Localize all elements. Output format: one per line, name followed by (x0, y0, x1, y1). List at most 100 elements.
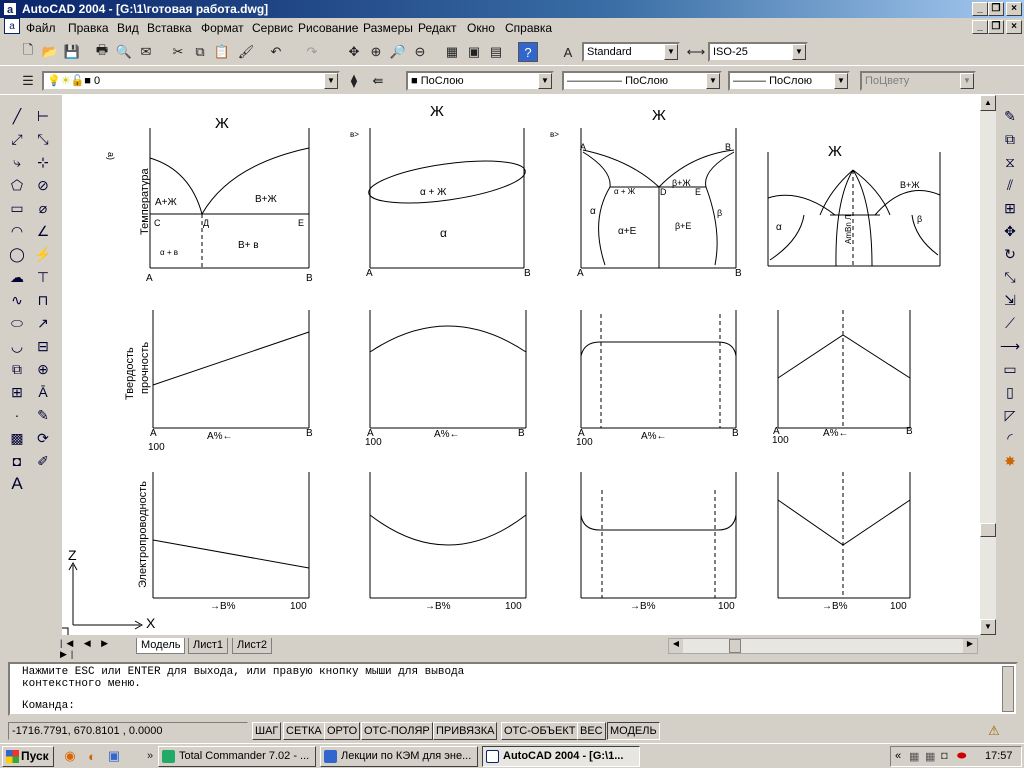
quicklaunch-icon[interactable]: ◐ (82, 746, 102, 766)
command-window[interactable]: Нажмите ESC или ENTER для выхода, или пр… (8, 662, 1018, 716)
menu-view[interactable]: Вид (117, 21, 139, 35)
aligned-dim-icon[interactable]: ⤡ (32, 128, 54, 150)
drawing-area[interactable]: а) Температура Ж A+Ж B+Ж C Д E α + в B+ … (62, 95, 980, 635)
osnap-toggle[interactable]: ПРИВЯЗКА (433, 722, 498, 740)
dim-style-select[interactable]: ISO-25 ▼ (708, 42, 808, 62)
tab-sheet1[interactable]: Лист1 (188, 638, 229, 654)
quicklaunch-save-icon[interactable]: ▣ (104, 746, 124, 766)
copy-icon[interactable]: ⧉ (190, 42, 210, 62)
dimedit-icon[interactable]: Ā (32, 381, 54, 403)
tolerance-icon[interactable]: ⊟ (32, 335, 54, 357)
chamfer-icon[interactable]: ◸ (999, 404, 1021, 426)
hscroll-thumb[interactable] (729, 639, 741, 653)
otrack-toggle[interactable]: ОТС-ОБЪЕКТ (501, 722, 579, 740)
start-button[interactable]: Пуск (2, 746, 54, 767)
menu-modify[interactable]: Редакт (418, 21, 456, 35)
menu-format[interactable]: Формат (201, 21, 244, 35)
doc-restore-button[interactable]: ❐ (988, 20, 1004, 34)
menu-help[interactable]: Справка (505, 21, 552, 35)
publish-icon[interactable]: ✉ (136, 42, 156, 62)
lineweight-toggle[interactable]: ВЕС (577, 722, 606, 740)
task-word-document[interactable]: Лекции по КЭМ для эне... (320, 746, 478, 767)
region-icon[interactable]: ◘ (6, 450, 28, 472)
leader-icon[interactable]: ↗ (32, 312, 54, 334)
dropdown-arrow-icon[interactable]: ▼ (706, 73, 720, 89)
tab-sheet2[interactable]: Лист2 (232, 638, 273, 654)
doc-close-button[interactable]: × (1006, 20, 1022, 34)
array-icon[interactable]: ⊞ (999, 197, 1021, 219)
grid-toggle[interactable]: СЕТКА (283, 722, 325, 740)
menu-tools[interactable]: Сервис (252, 21, 293, 35)
pan-icon[interactable]: ✥ (344, 42, 364, 62)
polar-toggle[interactable]: ОТС-ПОЛЯР (361, 722, 433, 740)
zoom-previous-icon[interactable]: ⊖ (410, 42, 430, 62)
new-icon[interactable]: 🗋 (18, 42, 38, 62)
mtext-icon[interactable]: A (6, 473, 28, 495)
lineweight-select[interactable]: ——— ПоСлою ▼ (728, 71, 850, 91)
save-icon[interactable]: 💾 (62, 42, 82, 62)
text-style-icon[interactable]: A (558, 42, 578, 62)
rotate-icon[interactable]: ↻ (999, 243, 1021, 265)
zoom-window-icon[interactable]: 🔎 (388, 42, 408, 62)
coordinates-display[interactable]: -1716.7791, 670.8101 , 0.0000 (8, 722, 248, 740)
continue-dim-icon[interactable]: ⊓ (32, 289, 54, 311)
tray-expand-icon[interactable]: « (895, 750, 901, 762)
copy-object-icon[interactable]: ⧉ (999, 128, 1021, 150)
match-properties-icon[interactable]: 🖌 (236, 42, 256, 62)
horizontal-scrollbar[interactable]: ◀ ▶ (668, 638, 978, 654)
scroll-up-icon[interactable]: ▲ (980, 95, 996, 111)
fillet-icon[interactable]: ◜ (999, 427, 1021, 449)
offset-icon[interactable]: ⫽ (999, 174, 1021, 196)
move-icon[interactable]: ✥ (999, 220, 1021, 242)
dropdown-arrow-icon[interactable]: ▼ (834, 73, 848, 89)
dropdown-arrow-icon[interactable]: ▼ (538, 73, 552, 89)
text-style-select[interactable]: Standard ▼ (582, 42, 680, 62)
quicklaunch-more-icon[interactable]: » (140, 746, 160, 766)
make-block-icon[interactable]: ⊞ (6, 381, 28, 403)
clock[interactable]: 17:57 (985, 750, 1013, 762)
angular-dim-icon[interactable]: ∠ (32, 220, 54, 242)
cut-icon[interactable]: ✂ (168, 42, 188, 62)
menu-dimension[interactable]: Размеры (363, 21, 413, 35)
scale-icon[interactable]: ⤡ (999, 266, 1021, 288)
close-button[interactable]: × (1006, 2, 1022, 16)
design-center-icon[interactable]: ▣ (464, 42, 484, 62)
linear-dim-icon[interactable]: ⊢ (32, 105, 54, 127)
make-layer-current-icon[interactable]: ⧫ (344, 71, 364, 91)
redo-icon[interactable]: ↷ (302, 42, 322, 62)
erase-icon[interactable]: ✎ (999, 105, 1021, 127)
antivirus-icon[interactable]: ⬬ (957, 750, 966, 763)
explode-icon[interactable]: ✸ (999, 450, 1021, 472)
dropdown-arrow-icon[interactable]: ▼ (664, 44, 678, 60)
comm-center-icon[interactable]: ⚠ (984, 721, 1004, 741)
tool-palettes-icon[interactable]: ▤ (486, 42, 506, 62)
tab-model[interactable]: Модель (136, 638, 186, 654)
network2-icon[interactable]: ▦ (925, 750, 935, 763)
task-autocad[interactable]: AutoCAD 2004 - [G:\1... (482, 746, 640, 767)
baseline-dim-icon[interactable]: ⊤ (32, 266, 54, 288)
dim-style-icon[interactable]: ⟷ (686, 42, 706, 62)
snap-toggle[interactable]: ШАГ (252, 722, 282, 740)
dimtedit-icon[interactable]: ✎ (32, 404, 54, 426)
paste-icon[interactable]: 📋 (212, 42, 232, 62)
layer-manager-icon[interactable]: ☰ (18, 71, 38, 91)
menu-file[interactable]: Файл (26, 21, 56, 35)
tab-nav-icons[interactable]: |◀ ◀ ▶ ▶| (60, 638, 130, 659)
revision-cloud-icon[interactable]: ☁ (6, 266, 28, 288)
firefox-icon[interactable]: ◉ (60, 746, 80, 766)
zoom-realtime-icon[interactable]: ⊕ (366, 42, 386, 62)
insert-block-icon[interactable]: ⧉ (6, 358, 28, 380)
polygon-icon[interactable]: ⬠ (6, 174, 28, 196)
trim-icon[interactable]: ⟋ (999, 312, 1021, 334)
network-icon[interactable]: ▦ (909, 750, 919, 763)
layer-select[interactable]: 💡☀🔓■ 0 ▼ (42, 71, 340, 91)
task-total-commander[interactable]: Total Commander 7.02 - ... (158, 746, 316, 767)
ordinate-dim-icon[interactable]: ⊹ (32, 151, 54, 173)
stretch-icon[interactable]: ⇲ (999, 289, 1021, 311)
command-scrollbar[interactable] (1002, 666, 1014, 712)
ortho-toggle[interactable]: ОРТО (324, 722, 361, 740)
spline-icon[interactable]: ∿ (6, 289, 28, 311)
rectangle-icon[interactable]: ▭ (6, 197, 28, 219)
properties-icon[interactable]: ▦ (442, 42, 462, 62)
scroll-down-icon[interactable]: ▼ (980, 619, 996, 635)
